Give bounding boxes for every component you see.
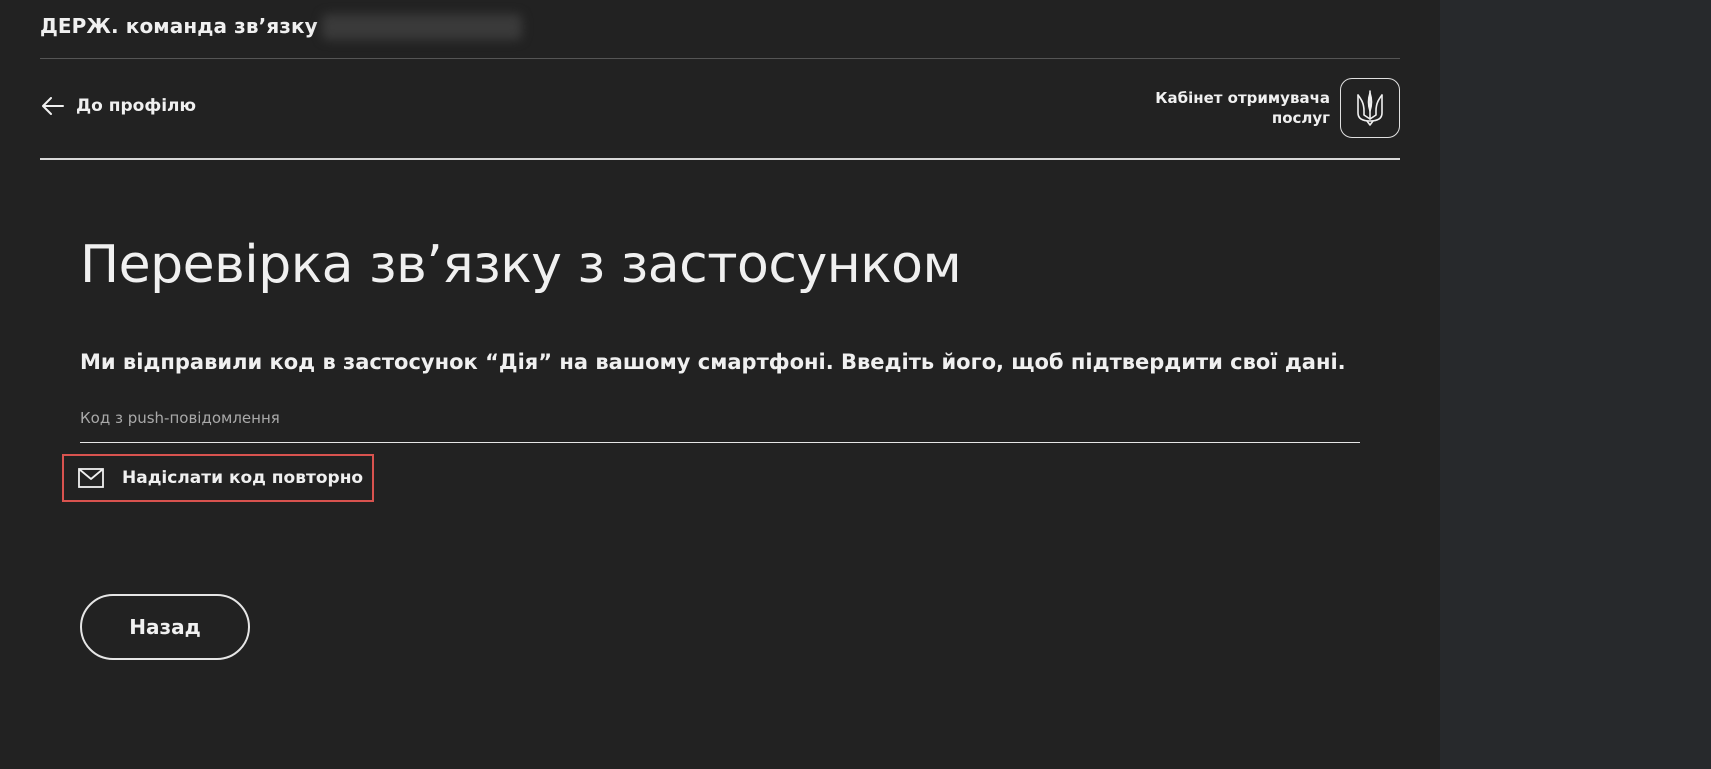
- trident-logo[interactable]: [1340, 78, 1400, 138]
- page-header: До профілю Кабінет отримувача послуг: [40, 58, 1400, 160]
- redacted-org-suffix: [321, 14, 522, 40]
- back-to-profile-link[interactable]: До профілю: [42, 96, 196, 116]
- cabinet-title-line1: Кабінет отримувача: [1155, 89, 1330, 107]
- cabinet-title-line2: послуг: [1271, 109, 1330, 127]
- org-bar: ДЕРЖ. команда зв’язку: [40, 14, 1400, 59]
- org-name: ДЕРЖ. команда зв’язку: [40, 14, 318, 38]
- cabinet-block[interactable]: Кабінет отримувача послуг: [1150, 78, 1400, 138]
- cabinet-title: Кабінет отримувача послуг: [1150, 88, 1330, 128]
- back-to-profile-label: До профілю: [76, 96, 197, 116]
- right-side-panel: [1440, 0, 1711, 769]
- envelope-icon: [78, 468, 104, 488]
- back-button[interactable]: Назад: [80, 594, 250, 660]
- main-panel: ДЕРЖ. команда зв’язку До профілю Кабінет…: [0, 0, 1440, 769]
- resend-code-label: Надіслати код повторно: [122, 468, 364, 488]
- resend-code-button[interactable]: Надіслати код повторно: [62, 454, 374, 502]
- push-code-input[interactable]: [80, 400, 1360, 436]
- verification-description: Ми відправили код в застосунок “Дія” на …: [80, 350, 1346, 374]
- page-title: Перевірка зв’язку з застосунком: [80, 235, 962, 295]
- trident-icon: [1357, 90, 1383, 126]
- arrow-left-icon: [42, 97, 64, 115]
- push-code-field[interactable]: [80, 400, 1360, 443]
- verification-content: Перевірка зв’язку з застосунком Ми відпр…: [62, 230, 1360, 660]
